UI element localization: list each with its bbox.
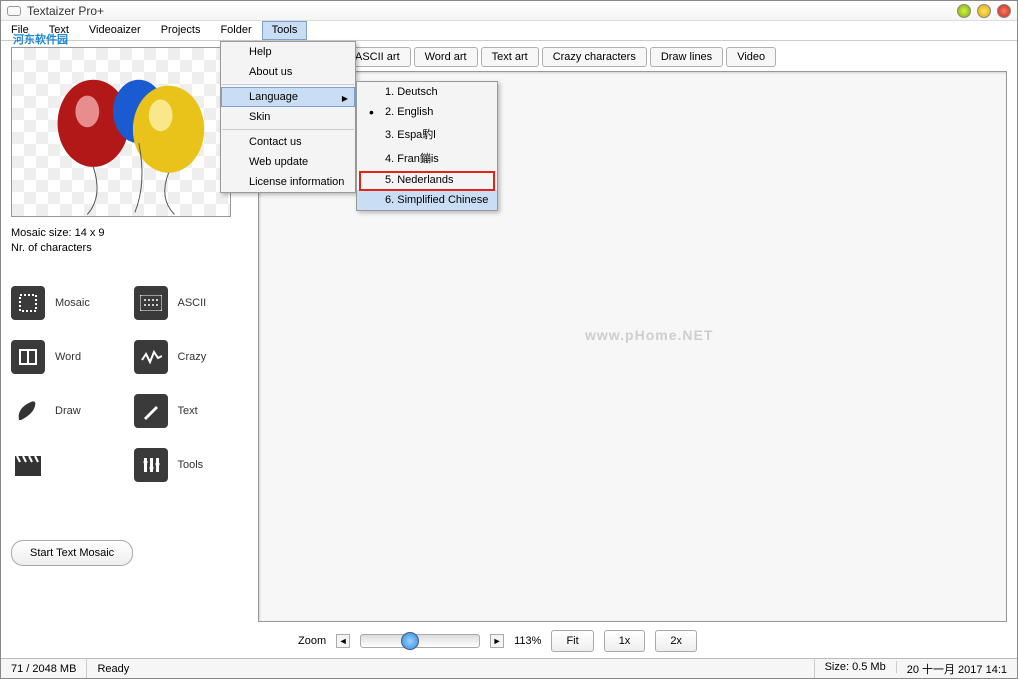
tab-text-art[interactable]: Text art [481, 47, 539, 67]
zoom-slider-thumb[interactable] [401, 632, 419, 650]
dd-language[interactable]: Language [221, 87, 355, 107]
menu-tools[interactable]: Tools [262, 21, 308, 40]
mosaic-size-label: Mosaic size: 14 x 9 [11, 227, 248, 239]
zoom-controls: Zoom ◄ ► 113% Fit 1x 2x [258, 622, 1007, 652]
status-memory: 71 / 2048 MB [1, 659, 87, 678]
word-icon [11, 340, 45, 374]
menu-file[interactable]: File [1, 21, 39, 40]
window-title: Textaizer Pro+ [27, 4, 104, 18]
zoom-value: 113% [514, 635, 541, 647]
titlebar: Textaizer Pro+ [1, 1, 1017, 21]
characters-label: Nr. of characters [11, 242, 248, 254]
zoom-label: Zoom [298, 635, 326, 647]
lang-deutsch[interactable]: 1. Deutsch [357, 82, 497, 102]
zoom-2x-button[interactable]: 2x [655, 630, 697, 652]
status-size: Size: 0.5 Mb [815, 661, 897, 673]
tool-tools[interactable]: Tools [134, 448, 249, 482]
clapper-icon [11, 448, 45, 482]
tool-ascii[interactable]: ASCII [134, 286, 249, 320]
zoom-1x-button[interactable]: 1x [604, 630, 646, 652]
text-icon [134, 394, 168, 428]
crazy-icon [134, 340, 168, 374]
minimize-button[interactable] [957, 4, 971, 18]
dd-contact[interactable]: Contact us [221, 132, 355, 152]
dd-license[interactable]: License information [221, 172, 355, 192]
zoom-slider[interactable] [360, 634, 480, 648]
language-submenu: 1. Deutsch 2. English 3. Espa馰l 4. Fran鏰… [356, 81, 498, 211]
tool-clapper[interactable] [11, 448, 126, 482]
tab-word-art[interactable]: Word art [414, 47, 478, 67]
balloons-image [12, 48, 230, 216]
tool-crazy[interactable]: Crazy [134, 340, 249, 374]
tool-mosaic[interactable]: Mosaic [11, 286, 126, 320]
tab-draw-lines[interactable]: Draw lines [650, 47, 723, 67]
zoom-right-arrow[interactable]: ► [490, 634, 504, 648]
status-date: 20 十一月 2017 14:1 [897, 661, 1017, 677]
lang-simplified-chinese[interactable]: 6. Simplified Chinese [357, 190, 497, 210]
dd-skin[interactable]: Skin [221, 107, 355, 127]
menu-text[interactable]: Text [39, 21, 79, 40]
zoom-fit-button[interactable]: Fit [551, 630, 593, 652]
dd-help[interactable]: Help [221, 42, 355, 62]
window-buttons [957, 4, 1011, 18]
ascii-icon [134, 286, 168, 320]
zoom-left-arrow[interactable]: ◄ [336, 634, 350, 648]
lang-francais[interactable]: 4. Fran鏰is [357, 146, 497, 170]
tool-word[interactable]: Word [11, 340, 126, 374]
tool-grid: Mosaic ASCII Word Crazy Draw Text Tools [11, 286, 248, 482]
mosaic-icon [11, 286, 45, 320]
tab-video[interactable]: Video [726, 47, 776, 67]
tools-icon [134, 448, 168, 482]
maximize-button[interactable] [977, 4, 991, 18]
image-preview[interactable] [11, 47, 231, 217]
statusbar: 71 / 2048 MB Ready Size: 0.5 Mb 20 十一月 2… [1, 658, 1017, 678]
lang-english[interactable]: 2. English [357, 102, 497, 122]
tabs: ASCII art Word art Text art Crazy charac… [344, 47, 1007, 67]
app-icon [7, 6, 21, 16]
menu-projects[interactable]: Projects [151, 21, 211, 40]
menu-videoaizer[interactable]: Videoaizer [79, 21, 151, 40]
draw-icon [11, 394, 45, 428]
tool-text[interactable]: Text [134, 394, 249, 428]
dd-about[interactable]: About us [221, 62, 355, 82]
tools-dropdown: Help About us Language Skin Contact us W… [220, 41, 356, 193]
start-text-mosaic-button[interactable]: Start Text Mosaic [11, 540, 133, 566]
close-button[interactable] [997, 4, 1011, 18]
lang-nederlands[interactable]: 5. Nederlands [357, 170, 497, 190]
tool-draw[interactable]: Draw [11, 394, 126, 428]
lang-espanol[interactable]: 3. Espa馰l [357, 122, 497, 146]
menubar: File Text Videoaizer Projects Folder Too… [1, 21, 1017, 41]
dd-webupdate[interactable]: Web update [221, 152, 355, 172]
menu-folder[interactable]: Folder [210, 21, 261, 40]
tab-crazy-characters[interactable]: Crazy characters [542, 47, 647, 67]
status-ready: Ready [87, 659, 814, 678]
